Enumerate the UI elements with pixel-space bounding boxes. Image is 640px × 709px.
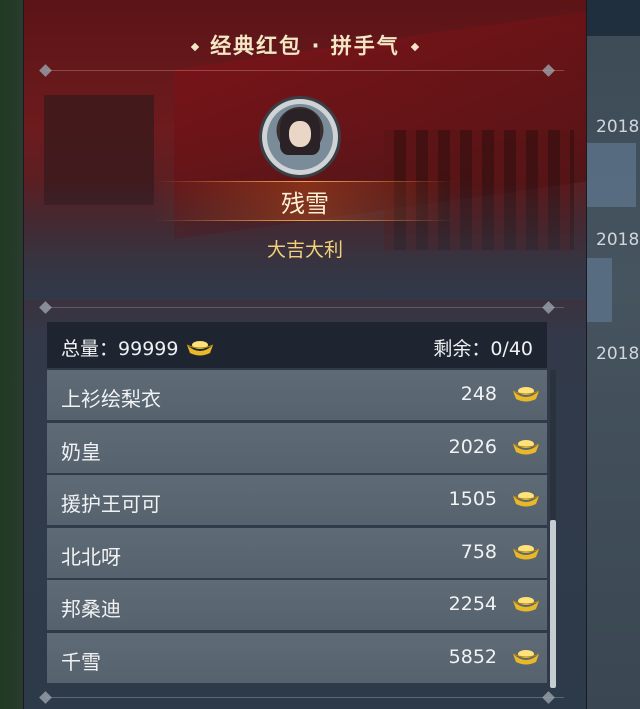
corner-ornament-icon bbox=[542, 691, 555, 704]
recipient-amount: 758 bbox=[460, 540, 497, 563]
gold-ingot-icon bbox=[512, 492, 540, 507]
red-packet-panel: 经典红包 · 拼手气 残雪 大吉大利 总量：99999 剩余：0/40 上衫绘梨… bbox=[24, 0, 586, 709]
scrollbar-thumb[interactable] bbox=[550, 520, 556, 688]
list-item: 邦桑迪 2254 bbox=[47, 580, 547, 630]
divider bbox=[46, 70, 564, 71]
corner-ornament-icon bbox=[39, 691, 52, 704]
recipient-name: 奶皇 bbox=[61, 439, 101, 464]
sender-avatar bbox=[262, 99, 338, 175]
remaining-count: 剩余：0/40 bbox=[433, 338, 533, 360]
list-item: 北北呀 758 bbox=[47, 527, 547, 578]
recipient-name: 千雪 bbox=[61, 649, 101, 674]
list-item: 上衫绘梨衣 248 bbox=[47, 370, 547, 420]
background-header bbox=[585, 0, 640, 36]
recipient-name: 上衫绘梨衣 bbox=[61, 387, 161, 411]
recipient-amount: 1505 bbox=[448, 488, 497, 510]
recipient-list[interactable]: 上衫绘梨衣 248 奶皇 2026 援护王可可 1505 北北呀 758 邦桑迪… bbox=[47, 370, 547, 688]
sender-name: 残雪 bbox=[281, 190, 329, 218]
diamond-icon bbox=[190, 42, 200, 51]
background-button bbox=[586, 143, 636, 207]
recipient-amount: 2254 bbox=[448, 593, 497, 615]
divider bbox=[46, 307, 564, 308]
recipient-name: 北北呀 bbox=[61, 544, 121, 569]
gold-ingot-icon bbox=[512, 544, 540, 559]
gold-ingot-icon bbox=[186, 340, 213, 355]
packet-summary: 总量：99999 剩余：0/40 bbox=[47, 322, 547, 368]
divider bbox=[46, 697, 564, 698]
corner-ornament-icon bbox=[542, 301, 555, 314]
gold-ingot-icon bbox=[512, 649, 540, 664]
list-item: 援护王可可 1505 bbox=[47, 475, 547, 525]
recipient-amount: 248 bbox=[460, 383, 497, 405]
background-year: 2018 bbox=[596, 344, 640, 364]
recipient-name: 援护王可可 bbox=[61, 492, 161, 516]
background-year: 2018 bbox=[596, 230, 640, 250]
recipient-amount: 2026 bbox=[448, 435, 497, 458]
diamond-icon bbox=[410, 42, 420, 51]
recipient-amount: 5852 bbox=[448, 645, 497, 668]
list-item: 千雪 5852 bbox=[47, 632, 547, 683]
total-amount: 总量：99999 bbox=[61, 334, 215, 361]
list-item: 奶皇 2026 bbox=[47, 422, 547, 473]
gold-ingot-icon bbox=[512, 439, 540, 454]
panel-title: 经典红包 · 拼手气 bbox=[24, 30, 586, 60]
gold-ingot-icon bbox=[512, 387, 540, 402]
gold-ingot-icon bbox=[512, 597, 540, 612]
background-year: 2018 bbox=[596, 117, 640, 137]
corner-ornament-icon bbox=[39, 301, 52, 314]
background-button bbox=[586, 258, 612, 322]
blessing-text: 大吉大利 bbox=[266, 239, 343, 261]
recipient-name: 邦桑迪 bbox=[61, 597, 121, 621]
